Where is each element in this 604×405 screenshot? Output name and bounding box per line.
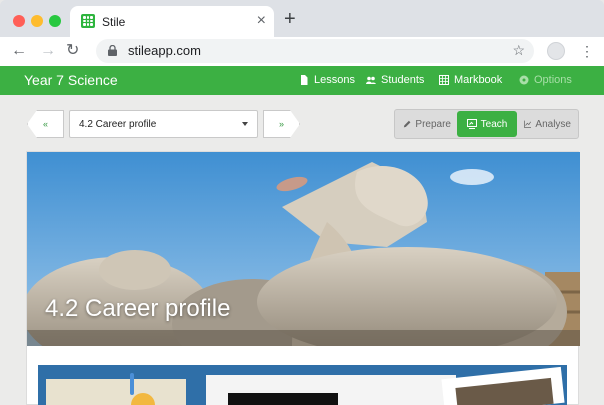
back-arrow-icon[interactable]: ← (11, 41, 27, 61)
kebab-menu-icon[interactable]: ⋮ (580, 42, 594, 60)
app-header: Year 7 Science Lessons Students Markbook… (0, 66, 604, 95)
tab-close-icon[interactable]: × (257, 12, 266, 30)
students-icon (366, 76, 376, 84)
browser-toolbar: ← → ↻ stileapp.com ☆ ⋮ (0, 37, 604, 66)
lesson-card: 4.2 Career profile (26, 151, 580, 405)
mode-prepare[interactable]: Prepare (397, 111, 457, 137)
lesson-hero-image[interactable]: 4.2 Career profile (27, 152, 580, 346)
close-window-button[interactable] (13, 15, 25, 27)
lessons-icon (301, 75, 308, 85)
nav-students-label: Students (381, 74, 425, 86)
nav-students[interactable]: Students (366, 74, 424, 86)
career-profile-collage (38, 365, 567, 405)
board-icon (466, 119, 477, 129)
star-icon[interactable]: ☆ (512, 42, 525, 59)
lock-icon (108, 45, 117, 56)
stile-favicon-icon (81, 14, 95, 28)
new-tab-button[interactable]: + (284, 9, 296, 29)
maximize-window-button[interactable] (49, 15, 61, 27)
lesson-hero-title: 4.2 Career profile (45, 295, 231, 322)
profile-icon[interactable] (547, 42, 565, 60)
nav-lessons-label: Lessons (314, 74, 355, 86)
previous-lesson-button[interactable]: « (27, 110, 64, 138)
mode-analyse-label: Analyse (535, 118, 571, 130)
chart-line-icon (524, 120, 532, 128)
mode-prepare-label: Prepare (415, 118, 451, 130)
reload-icon[interactable]: ↻ (66, 41, 79, 61)
lesson-content-preview[interactable] (38, 365, 567, 405)
chevron-down-icon (242, 122, 248, 126)
mode-analyse[interactable]: Analyse (517, 111, 577, 137)
pencil-icon (403, 120, 411, 128)
minimize-window-button[interactable] (31, 15, 43, 27)
course-title[interactable]: Year 7 Science (24, 72, 118, 88)
tab-strip: Stile × + (0, 0, 604, 37)
options-icon (519, 75, 529, 85)
forward-arrow-icon[interactable]: → (40, 41, 56, 61)
address-bar[interactable]: stileapp.com ☆ (96, 39, 534, 63)
tab-title: Stile (102, 15, 126, 29)
lesson-select[interactable]: 4.2 Career profile (69, 110, 258, 138)
nav-markbook[interactable]: Markbook (439, 74, 502, 86)
nav-options-label: Options (534, 74, 572, 86)
main-content: « 4.2 Career profile » Prepare Teach Ana… (0, 95, 604, 405)
nav-markbook-label: Markbook (454, 74, 503, 86)
browser-tab[interactable]: Stile × (70, 6, 274, 37)
lesson-select-value: 4.2 Career profile (79, 119, 157, 130)
url-text: stileapp.com (128, 43, 201, 58)
nav-options[interactable]: Options (519, 74, 572, 86)
markbook-icon (439, 75, 449, 85)
nav-lessons[interactable]: Lessons (299, 74, 355, 86)
mode-switcher: Prepare Teach Analyse (394, 109, 579, 139)
mode-teach[interactable]: Teach (457, 111, 517, 137)
browser-window: Stile × + ← → ↻ stileapp.com ☆ ⋮ Year 7 … (0, 0, 604, 405)
next-lesson-button[interactable]: » (263, 110, 300, 138)
mode-teach-label: Teach (480, 118, 508, 130)
